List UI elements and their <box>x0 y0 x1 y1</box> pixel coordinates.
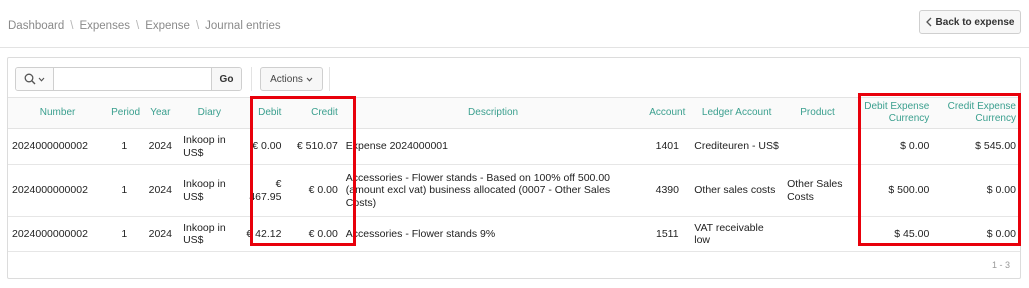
go-button[interactable]: Go <box>211 68 241 90</box>
cell-credit: € 510.07 <box>285 128 342 165</box>
search-icon <box>24 73 36 85</box>
column-header-ledger-account[interactable]: Ledger Account <box>690 98 783 129</box>
breadcrumb-expenses[interactable]: Expenses <box>79 20 130 32</box>
column-header-account[interactable]: Account <box>644 98 690 129</box>
column-header-description[interactable]: Description <box>342 98 645 129</box>
cell-debit: € 42.12 <box>239 216 286 252</box>
search-input[interactable] <box>54 68 211 90</box>
cell-description: Expense 2024000001 <box>341 128 645 165</box>
actions-label: Actions <box>270 73 303 85</box>
cell-description: Accessories - Flower stands - Based on 1… <box>341 164 645 217</box>
column-header-debit-expense-currency[interactable]: Debit Expense Currency <box>852 98 933 129</box>
breadcrumb-separator: \ <box>70 20 74 32</box>
cell-account: 1511 <box>644 216 691 252</box>
journal-entries-table: Number Period Year Diary Debit Credit De… <box>8 97 1020 252</box>
chevron-down-icon <box>38 77 45 82</box>
cell-ledger-account: Crediteuren - US$ <box>690 128 784 165</box>
cell-credit-expense-currency: $ 0.00 <box>933 216 1020 252</box>
top-bar: Dashboard \ Expenses \ Expense \ Journal entri… <box>0 0 1029 48</box>
cell-description: Accessories - Flower stands 9% <box>341 216 645 252</box>
journal-entries-panel: Go Actions Number Period Year Diary Debi… <box>7 57 1021 279</box>
column-header-number[interactable]: Number <box>8 98 107 129</box>
cell-debit: € 0.00 <box>239 128 286 165</box>
breadcrumb-separator: \ <box>135 20 140 32</box>
column-header-credit-expense-currency[interactable]: Credit Expense Currency <box>933 98 1020 129</box>
column-header-debit[interactable]: Debit <box>240 98 286 129</box>
cell-diary: Inkoop in US$ <box>179 128 240 165</box>
cell-number: 2024000000002 <box>8 128 108 165</box>
pagination-info: 1 - 3 <box>991 260 1010 270</box>
cell-period: 1 <box>107 164 142 217</box>
cell-ledger-account: Other sales costs <box>690 164 784 217</box>
table-row[interactable]: 2024000000002 1 2024 Inkoop in US$ € 467… <box>8 164 1020 217</box>
column-header-year[interactable]: Year <box>142 98 180 129</box>
cell-debit-expense-currency: $ 500.00 <box>851 164 934 217</box>
back-to-expense-label: Back to expense <box>935 16 1015 28</box>
cell-credit: € 0.00 <box>285 216 342 252</box>
column-header-diary[interactable]: Diary <box>179 98 240 129</box>
cell-debit-expense-currency: $ 45.00 <box>851 216 934 252</box>
cell-diary: Inkoop in US$ <box>179 216 240 252</box>
cell-product <box>783 128 852 165</box>
cell-credit-expense-currency: $ 0.00 <box>933 164 1020 217</box>
cell-credit-expense-currency: $ 545.00 <box>933 128 1020 165</box>
toolbar-divider <box>251 67 252 91</box>
cell-period: 1 <box>107 216 142 252</box>
actions-dropdown-button[interactable]: Actions <box>260 67 323 91</box>
column-header-period[interactable]: Period <box>107 98 141 129</box>
table-row[interactable]: 2024000000002 1 2024 Inkoop in US$ € 42.… <box>8 216 1020 252</box>
breadcrumb-separator: \ <box>195 20 200 32</box>
cell-credit: € 0.00 <box>285 164 342 217</box>
cell-year: 2024 <box>141 216 180 252</box>
cell-diary: Inkoop in US$ <box>179 164 240 217</box>
column-header-credit[interactable]: Credit <box>285 98 341 129</box>
chevron-left-icon <box>925 17 931 27</box>
breadcrumb-journal-entries: Journal entries <box>205 20 281 32</box>
cell-year: 2024 <box>141 128 180 165</box>
table-header-row: Number Period Year Diary Debit Credit De… <box>8 97 1020 129</box>
toolbar: Go Actions <box>15 67 330 91</box>
cell-ledger-account: VAT receivable low <box>690 216 784 252</box>
search-options-dropdown[interactable] <box>16 68 54 90</box>
search-group: Go <box>15 67 242 91</box>
breadcrumb-expense[interactable]: Expense <box>145 20 190 32</box>
cell-number: 2024000000002 <box>8 164 108 217</box>
cell-debit: € 467.95 <box>239 164 286 217</box>
back-to-expense-button[interactable]: Back to expense <box>919 10 1021 34</box>
cell-account: 4390 <box>644 164 691 217</box>
table-row[interactable]: 2024000000002 1 2024 Inkoop in US$ € 0.0… <box>8 128 1020 165</box>
cell-account: 1401 <box>644 128 691 165</box>
column-header-product[interactable]: Product <box>783 98 852 129</box>
breadcrumb-dashboard[interactable]: Dashboard <box>8 20 64 32</box>
chevron-down-icon <box>306 77 313 82</box>
cell-number: 2024000000002 <box>8 216 108 252</box>
cell-period: 1 <box>107 128 142 165</box>
cell-year: 2024 <box>141 164 180 217</box>
cell-product: Other Sales Costs <box>783 164 852 217</box>
cell-debit-expense-currency: $ 0.00 <box>851 128 934 165</box>
toolbar-divider <box>329 67 330 91</box>
breadcrumb: Dashboard \ Expenses \ Expense \ Journal entri… <box>8 20 281 32</box>
cell-product <box>783 216 852 252</box>
